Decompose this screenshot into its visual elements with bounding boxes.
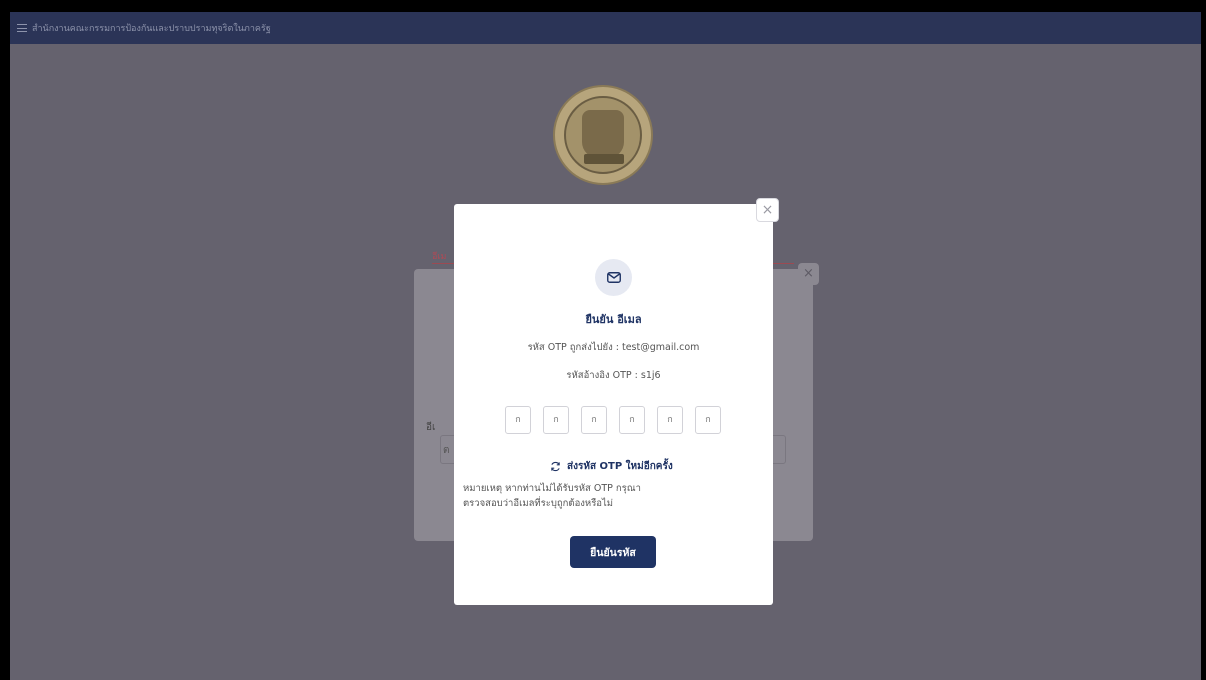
agency-seal-logo xyxy=(553,85,653,185)
resend-otp-link[interactable]: ส่งรหัส OTP ใหม่อีกครั้ง xyxy=(550,459,673,474)
mail-icon xyxy=(595,259,632,296)
top-bar: สำนักงานคณะกรรมการป้องกันและปราบปรามทุจร… xyxy=(10,12,1201,44)
otp-digit-6[interactable] xyxy=(695,406,721,434)
background-input-text: ต xyxy=(443,445,450,456)
dialog-title: ยืนยัน อีเมล xyxy=(585,313,642,326)
page-frame: สำนักงานคณะกรรมการป้องกันและปราบปรามทุจร… xyxy=(10,12,1201,680)
otp-sent-to-text: รหัส OTP ถูกส่งไปยัง : test@gmail.com xyxy=(527,342,700,353)
note-line-1: หมายเหตุ หากท่านไม่ได้รับรหัส OTP กรุณา xyxy=(463,483,641,494)
otp-digit-4[interactable] xyxy=(619,406,645,434)
otp-reference-text: รหัสอ้างอิง OTP : s1j6 xyxy=(566,370,661,381)
background-email-label: อีเ xyxy=(426,422,436,433)
resend-otp-label: ส่งรหัส OTP ใหม่อีกครั้ง xyxy=(567,461,673,472)
confirm-otp-button[interactable]: ยืนยันรหัส xyxy=(570,536,656,568)
otp-digit-2[interactable] xyxy=(543,406,569,434)
otp-digit-5[interactable] xyxy=(657,406,683,434)
note-text: หมายเหตุ หากท่านไม่ได้รับรหัส OTP กรุณา … xyxy=(463,481,703,511)
org-title: สำนักงานคณะกรรมการป้องกันและปราบปรามทุจร… xyxy=(32,24,271,34)
note-line-2: ตรวจสอบว่าอีเมลที่ระบุถูกต้องหรือไม่ xyxy=(463,498,614,509)
menu-icon[interactable] xyxy=(17,24,27,32)
background-email-label-red: อีเม xyxy=(432,252,447,262)
otp-input-group xyxy=(505,406,721,434)
otp-digit-1[interactable] xyxy=(505,406,531,434)
background-close-icon[interactable]: × xyxy=(798,263,819,285)
otp-digit-3[interactable] xyxy=(581,406,607,434)
otp-dialog: ยืนยัน อีเมล รหัส OTP ถูกส่งไปยัง : test… xyxy=(454,204,773,605)
close-icon[interactable]: × xyxy=(756,198,779,222)
refresh-icon xyxy=(551,461,560,472)
